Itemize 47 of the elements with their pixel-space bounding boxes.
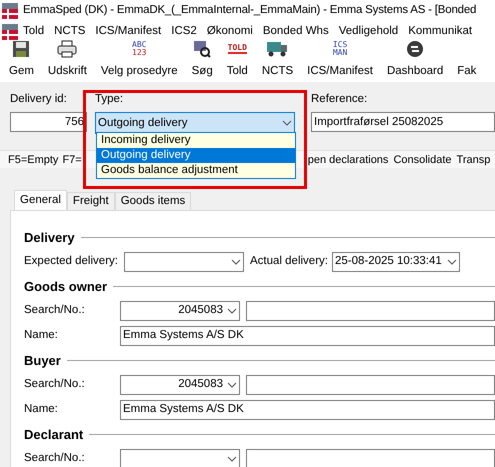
function-key-item[interactable]: F5=Empty (8, 152, 58, 168)
input-field[interactable]: Emma Systems A/S DK (120, 400, 495, 420)
section-heading: Buyer (24, 352, 61, 370)
function-key-item[interactable]: Transp (456, 152, 490, 168)
section-heading: Goods owner (24, 278, 108, 296)
section-heading: Delivery (24, 228, 75, 247)
input-field[interactable]: Importfraførsel 25082025 (311, 112, 495, 132)
field-label: Reference: (311, 92, 368, 107)
function-key-item[interactable]: Consolidate (393, 152, 452, 168)
field-label: Search/No.: (24, 451, 86, 466)
tab[interactable]: General (14, 190, 67, 210)
search-dropdown[interactable]: 2045083 (120, 300, 240, 321)
function-key-item[interactable]: pen declarations (308, 152, 388, 168)
chevron-down-icon (446, 258, 457, 265)
function-key-item[interactable]: F7= (62, 152, 82, 168)
field-label: Type: (95, 92, 124, 107)
tab[interactable]: Freight (66, 192, 115, 210)
search-dropdown[interactable]: 2045083 (120, 374, 240, 395)
chevron-down-icon (227, 456, 237, 462)
field-label: Name: (24, 402, 59, 418)
field-label: Name: (24, 328, 59, 344)
chevron-down-icon (282, 120, 292, 126)
field-label: Expected delivery: (24, 254, 119, 270)
search-icon (193, 40, 212, 58)
input-field[interactable] (246, 300, 495, 321)
input-field[interactable] (246, 448, 495, 467)
field-label: Search/No.: (24, 377, 86, 392)
field-label: Actual delivery: (250, 254, 328, 270)
date-dropdown[interactable] (124, 252, 244, 272)
input-field[interactable] (246, 374, 495, 395)
chevron-down-icon (227, 382, 237, 388)
field-label: Delivery id: (10, 92, 68, 107)
section-heading: Declarant (24, 426, 84, 444)
search-dropdown[interactable] (120, 448, 240, 467)
chevron-down-icon (227, 308, 237, 314)
date-dropdown[interactable]: 25-08-2025 10:33:41 (332, 252, 460, 272)
type-dropdown[interactable]: Outgoing delivery (95, 112, 295, 134)
window-title: EmmaSped (DK) - EmmaDK_(_EmmaInternal-_EmmaMain) - Emma Systems AS - [Bonded (23, 3, 476, 18)
field-label: Search/No.: (24, 303, 86, 318)
dropdown-option[interactable]: Goods balance adjustment (97, 163, 295, 178)
chevron-down-icon (231, 258, 241, 265)
id-field[interactable]: 756 (10, 112, 87, 132)
dropdown-option[interactable]: Outgoing delivery (97, 148, 295, 163)
truck-icon (266, 40, 288, 58)
input-field[interactable]: Emma Systems A/S DK (120, 326, 495, 346)
dropdown-option[interactable]: Incoming delivery (97, 133, 295, 148)
tab[interactable]: Goods items (114, 192, 192, 210)
